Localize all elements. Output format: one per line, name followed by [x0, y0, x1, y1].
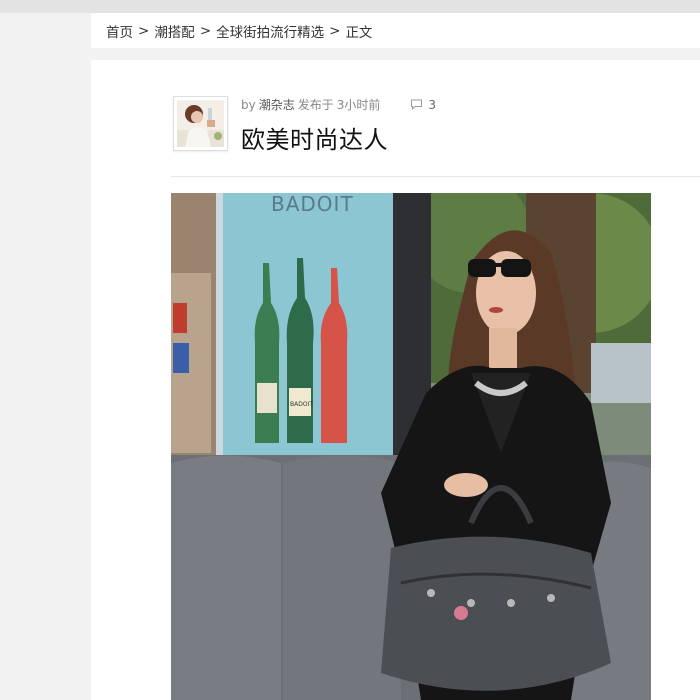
bottle-label-text: BADOIT	[290, 401, 313, 408]
header-divider	[171, 176, 700, 177]
breadcrumb-subcategory[interactable]: 全球街拍流行精选	[216, 21, 324, 41]
post-content: by 潮杂志 发布于 3小时前 3 欧美时尚达人 BADOIT BADOIT	[91, 60, 700, 700]
post-photo: BADOIT BADOIT	[171, 193, 651, 700]
breadcrumb-category[interactable]: 潮搭配	[154, 21, 195, 41]
comment-link[interactable]: 3	[410, 98, 436, 112]
avatar-image	[177, 100, 224, 147]
street-style-photo: BADOIT BADOIT	[171, 193, 651, 700]
by-prefix: by	[241, 97, 256, 112]
top-strip	[0, 0, 700, 13]
breadcrumb-current: 正文	[345, 24, 373, 41]
breadcrumb-home[interactable]: 首页	[106, 21, 133, 41]
author-link[interactable]: 潮杂志	[259, 96, 295, 113]
breadcrumb-separator: >	[199, 22, 212, 39]
billboard-brand-text: BADOIT	[271, 193, 354, 216]
post-title: 欧美时尚达人	[241, 126, 388, 154]
post-meta: by 潮杂志 发布于 3小时前 3	[241, 96, 436, 113]
breadcrumb: 首页 > 潮搭配 > 全球街拍流行精选 > 正文	[91, 13, 700, 48]
breadcrumb-separator: >	[329, 22, 341, 39]
comment-icon	[411, 99, 423, 110]
author-avatar[interactable]	[173, 96, 228, 151]
breadcrumb-separator: >	[138, 22, 150, 39]
comment-count: 3	[428, 97, 437, 112]
published-label: 发布于	[297, 98, 334, 112]
post-time: 3小时前	[336, 98, 381, 112]
